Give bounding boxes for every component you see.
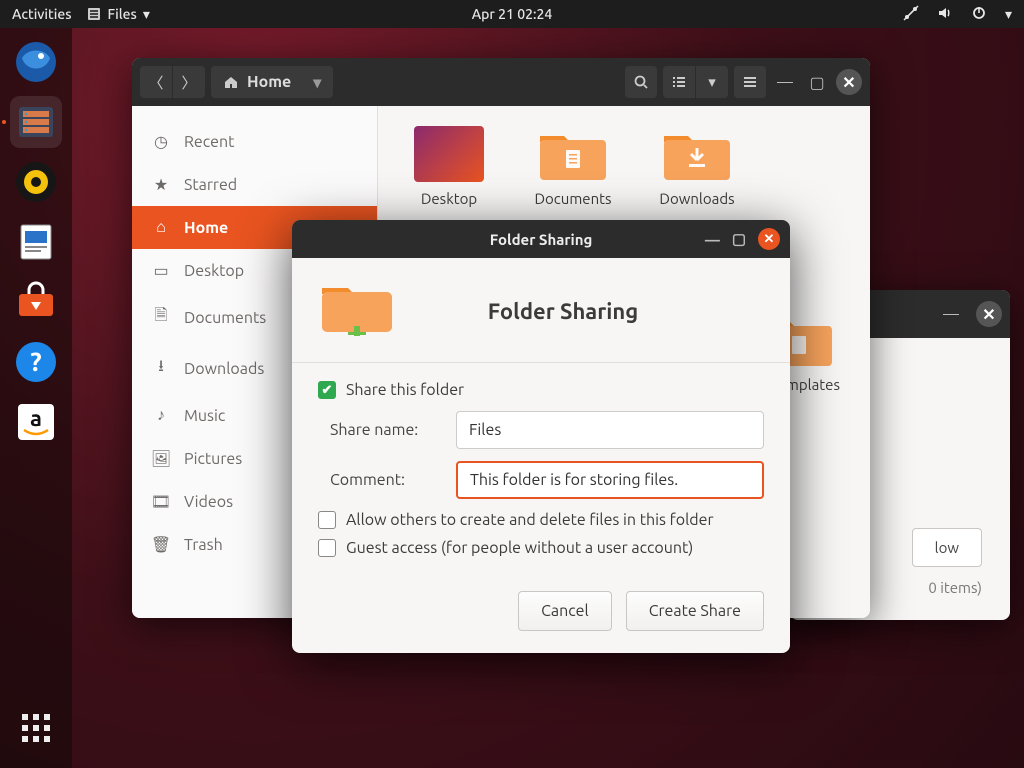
search-button[interactable] [625,66,657,98]
help-icon: ? [14,340,58,384]
chevron-down-icon: ▾ [143,6,150,23]
dock-rhythmbox[interactable] [10,156,62,208]
cancel-button[interactable]: Cancel [518,591,612,631]
svg-text:a: a [30,406,42,431]
dock-thunderbird[interactable] [10,36,62,88]
files-close-button[interactable]: ✕ [836,69,862,95]
share-name-input[interactable] [456,411,764,449]
apps-grid-icon [18,710,54,746]
power-icon[interactable] [971,5,987,24]
dock-software[interactable] [10,276,62,328]
shared-folder-icon [318,276,396,346]
tile-downloads[interactable]: Downloads [640,126,754,209]
share-name-label: Share name: [330,421,442,439]
guest-access-checkbox[interactable]: Guest access (for people without a user … [318,539,764,557]
video-icon: 🎞 [152,492,170,511]
picture-icon: 🖼 [152,449,170,468]
network-icon[interactable] [903,5,919,24]
document-icon: 🗎 [152,304,170,331]
activities-button[interactable]: Activities [12,6,72,22]
home-icon: ⌂ [152,218,170,237]
view-list-button[interactable] [663,66,695,98]
desktop-tile-icon [414,126,484,182]
files-headerbar: 〈 〉 Home ▾ ▾ — ▢ ✕ [132,58,870,106]
dialog-minimize-button[interactable]: — [705,231,720,248]
software-icon [14,280,58,324]
dock-help[interactable]: ? [10,336,62,388]
app-menu-label: Files [108,6,137,22]
amazon-icon: a [14,400,58,444]
writer-icon [14,220,58,264]
path-label: Home [247,73,291,91]
tile-documents[interactable]: Documents [516,126,630,209]
dialog-close-button[interactable]: ✕ [758,228,780,250]
checkbox-checked-icon: ✔ [318,381,336,399]
desktop-icon: ▭ [152,261,170,280]
comment-input[interactable] [456,461,764,499]
hamburger-icon [742,74,758,90]
sidebar-item-recent[interactable]: ◷Recent [132,120,377,163]
speaker-icon [14,160,58,204]
allow-others-checkbox[interactable]: Allow others to create and delete files … [318,511,764,529]
folder-downloads-icon [662,126,732,182]
background-button[interactable]: low [912,528,982,567]
download-icon: ⭳ [152,355,170,382]
folder-sharing-dialog: Folder Sharing — ▢ ✕ Folder Sharing ✔ Sh… [292,220,790,653]
star-icon: ★ [152,175,170,194]
top-bar: Activities Files ▾ Apr 21 02:24 ▾ [0,0,1024,28]
bgwin-close-button[interactable]: ✕ [976,301,1002,327]
comment-label: Comment: [330,471,442,489]
chevron-down-icon: ▾ [313,73,321,92]
trash-icon: 🗑 [152,535,170,554]
music-icon: ♪ [152,406,170,425]
svg-text:?: ? [30,347,41,376]
files-app-icon [86,6,102,22]
home-icon [223,74,239,90]
search-icon [633,74,649,90]
dialog-titlebar[interactable]: Folder Sharing — ▢ ✕ [292,220,790,258]
share-folder-checkbox[interactable]: ✔ Share this folder [318,381,764,399]
dock-writer[interactable] [10,216,62,268]
bgwin-minimize-button[interactable]: — [938,305,964,323]
nav-back-button[interactable]: 〈 [140,66,172,98]
folder-documents-icon [538,126,608,182]
list-icon [671,74,687,90]
system-menu-chevron-icon[interactable]: ▾ [1005,6,1012,23]
create-share-button[interactable]: Create Share [626,591,764,631]
dialog-maximize-button[interactable]: ▢ [732,230,746,248]
dock-show-apps[interactable] [10,702,62,754]
background-status: 0 items) [928,579,982,596]
thunderbird-icon [14,40,58,84]
checkbox-unchecked-icon [318,539,336,557]
view-dropdown-button[interactable]: ▾ [696,66,728,98]
checkbox-unchecked-icon [318,511,336,529]
files-maximize-button[interactable]: ▢ [804,73,830,92]
files-icon [14,100,58,144]
dialog-heading: Folder Sharing [422,299,764,324]
app-menu[interactable]: Files ▾ [86,6,150,23]
files-minimize-button[interactable]: — [772,73,798,91]
dock: ? a [0,28,72,768]
hamburger-button[interactable] [734,66,766,98]
dialog-title: Folder Sharing [490,231,593,248]
tile-desktop[interactable]: Desktop [392,126,506,209]
path-bar[interactable]: Home ▾ [211,66,333,98]
dock-files[interactable] [10,96,62,148]
sidebar-item-starred[interactable]: ★Starred [132,163,377,206]
clock-icon: ◷ [152,132,170,151]
nav-forward-button[interactable]: 〉 [173,66,205,98]
dock-amazon[interactable]: a [10,396,62,448]
clock[interactable]: Apr 21 02:24 [472,6,553,22]
volume-icon[interactable] [937,5,953,24]
